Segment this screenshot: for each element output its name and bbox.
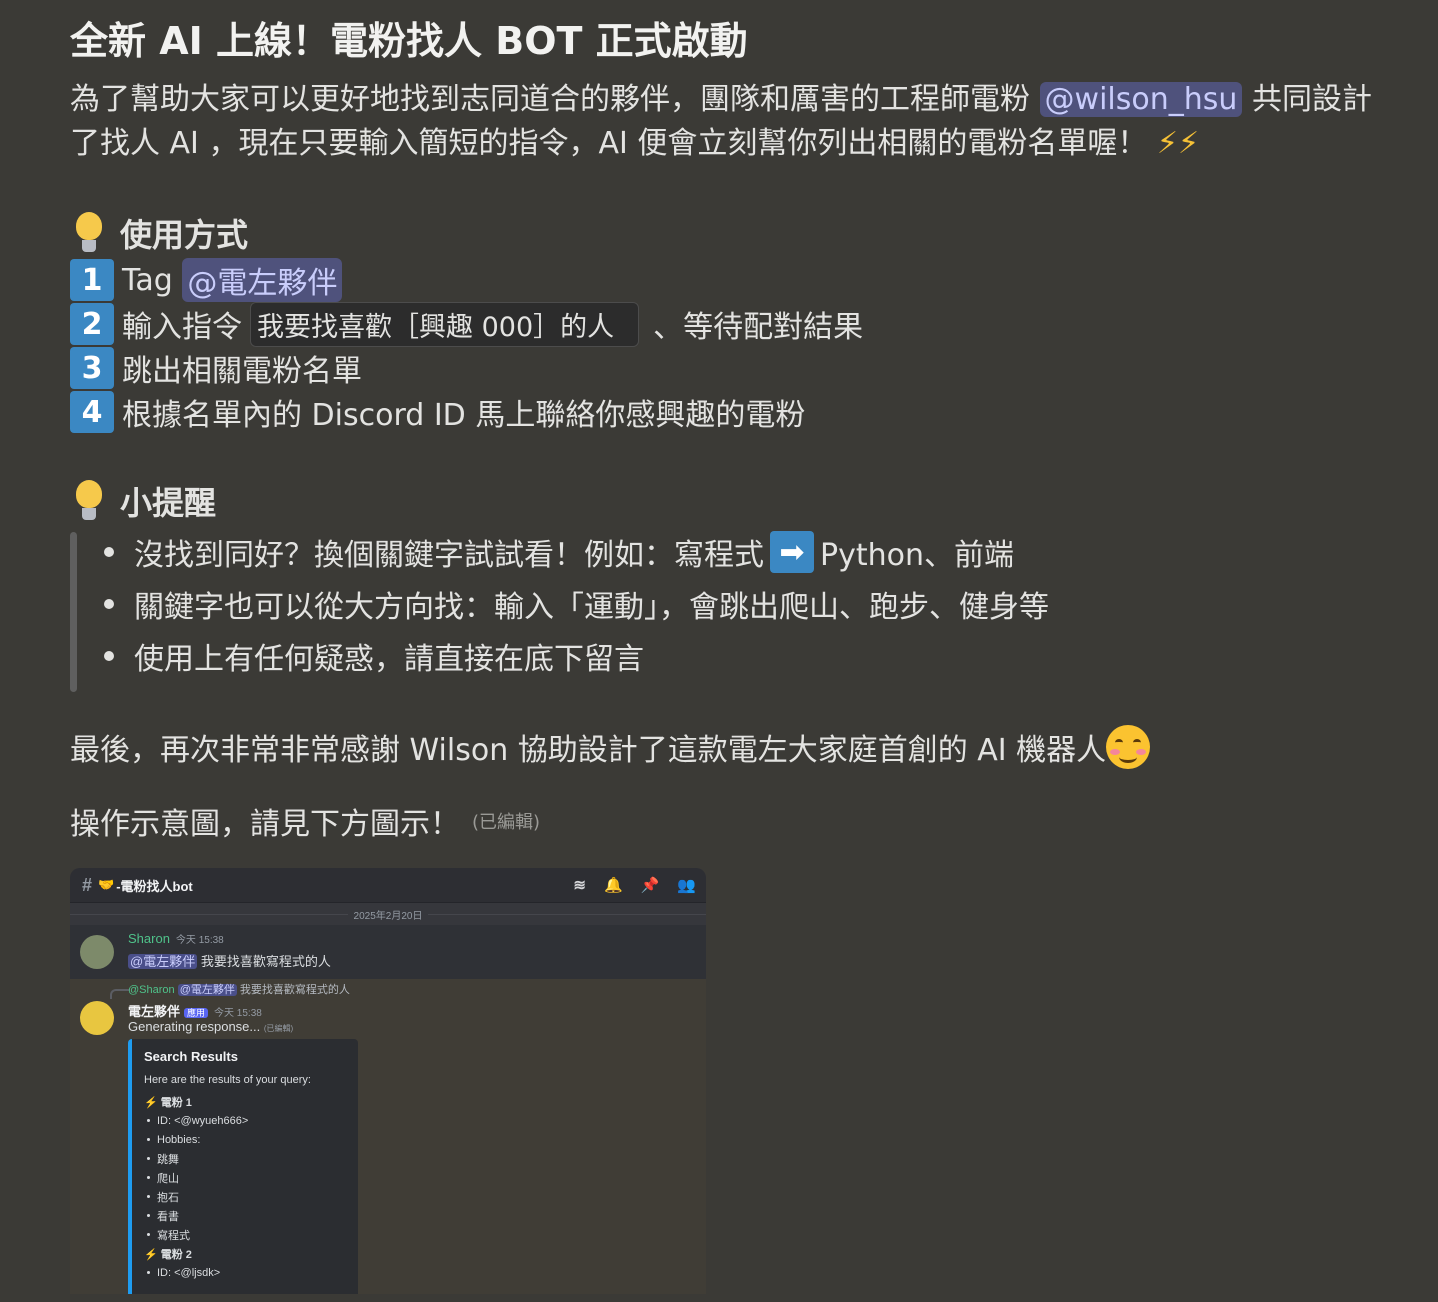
step-4: 4 根據名單內的 Discord ID 馬上聯絡你感興趣的電粉	[70, 390, 1380, 434]
channel-name: -電粉找人bot	[116, 878, 193, 894]
intro-text-1: 為了幫助大家可以更好地找到志同道合的夥伴，團隊和厲害的工程師電粉	[70, 82, 1040, 117]
tip-item: 沒找到同好？換個關鍵字試試看！例如：寫程式 ➡ Python、前端	[104, 526, 1380, 578]
bullet-icon	[104, 651, 114, 661]
threads-icon[interactable]: ≋	[573, 876, 586, 894]
see-below-line: 操作示意圖，請見下方圖示！ (已編輯)	[70, 798, 1380, 844]
message-content: Generating response... (已編輯)	[128, 1019, 294, 1034]
bullet-icon	[104, 547, 114, 557]
avatar[interactable]	[80, 935, 114, 969]
lightbulb-icon	[70, 478, 108, 524]
lightning-emoji-icon: ⚡⚡	[1156, 126, 1200, 161]
thanks-text: 最後，再次非常非常感謝 Wilson 協助設計了這款電左大家庭首創的 AI 機器…	[70, 733, 1107, 768]
post-intro: 為了幫助大家可以更好地找到志同道合的夥伴，團隊和厲害的工程師電粉 @wilson…	[70, 78, 1380, 166]
step-3-text: 跳出相關電粉名單	[122, 354, 362, 389]
keycap-2-icon: 2	[70, 303, 114, 345]
tip-1-text: 沒找到同好？換個關鍵字試試看！例如：寫程式	[134, 538, 764, 573]
bullet-icon	[147, 1214, 150, 1217]
result-list-item: 跳舞	[144, 1149, 358, 1168]
right-arrow-icon: ➡	[770, 531, 814, 573]
bullet-icon	[147, 1176, 150, 1179]
tip-2-text: 關鍵字也可以從大方向找：輸入「運動」，會跳出爬山、跑步、健身等	[134, 590, 1049, 625]
command-code: 我要找喜歡［興趣 000］的人	[250, 301, 640, 347]
post-body: 全新 AI 上線！電粉找人 BOT 正式啟動 為了幫助大家可以更好地找到志同道合…	[70, 14, 1380, 844]
result-list-item: 爬山	[144, 1168, 358, 1187]
result-list-item: ID: <@wyueh666>	[144, 1111, 358, 1130]
embed-fields: ⚡ 電粉 1 ID: <@wyueh666> Hobbies: 跳舞 爬山 抱石 看書 寫程式…	[144, 1092, 358, 1282]
pin-icon[interactable]: 📌	[641, 876, 660, 894]
result-heading: ⚡ 電粉 2	[144, 1248, 192, 1261]
search-results-embed: Search Results Here are the results of y…	[128, 1039, 358, 1294]
members-icon[interactable]: 👥	[677, 876, 696, 894]
author-name[interactable]: 電左夥伴	[128, 1004, 180, 1019]
avatar[interactable]	[80, 1001, 114, 1035]
bot-mention[interactable]: @電左夥伴	[128, 954, 198, 969]
step-3: 3 跳出相關電粉名單	[70, 346, 1380, 390]
message-content: @電左夥伴 我要找喜歡寫程式的人	[128, 954, 331, 969]
usage-heading-label: 使用方式	[120, 216, 249, 254]
bullet-icon	[147, 1195, 150, 1198]
timestamp: 今天 15:38	[214, 1008, 262, 1019]
usage-steps: 1 Tag @電左夥伴 2 輸入指令 我要找喜歡［興趣 000］的人 、等待配對…	[70, 258, 1380, 434]
bullet-icon	[104, 599, 114, 609]
handshake-icon: 🤝	[98, 877, 115, 892]
lightbulb-icon	[70, 210, 108, 256]
post-title: 全新 AI 上線！電粉找人 BOT 正式啟動	[70, 19, 748, 63]
hashtag-icon: #	[82, 874, 93, 895]
embed-title: Search Results	[144, 1049, 238, 1064]
tip-3-text: 使用上有任何疑惑，請直接在底下留言	[134, 642, 644, 677]
reply-preview[interactable]: @Sharon @電左夥伴 我要找喜歡寫程式的人	[128, 981, 350, 997]
header-toolbar: ≋ 🔔 📌 👥	[573, 876, 706, 894]
tip-item: 使用上有任何疑惑，請直接在底下留言	[104, 630, 1380, 682]
see-below-text: 操作示意圖，請見下方圖示！	[70, 807, 460, 842]
bullet-icon	[147, 1119, 150, 1122]
user-mention-wilson[interactable]: @wilson_hsu	[1039, 82, 1243, 117]
step-4-text: 根據名單內的 Discord ID 馬上聯絡你感興趣的電粉	[122, 398, 806, 433]
keycap-3-icon: 3	[70, 347, 114, 389]
result-list-item: ID: <@ljsdk>	[144, 1263, 358, 1282]
usage-heading: 使用方式	[70, 210, 1380, 256]
bullet-icon	[147, 1233, 150, 1236]
bell-icon[interactable]: 🔔	[604, 876, 623, 894]
tip-item: 關鍵字也可以從大方向找：輸入「運動」，會跳出爬山、跑步、健身等	[104, 578, 1380, 630]
edited-label: (已編輯)	[472, 812, 541, 833]
embed-description: Here are the results of your query:	[144, 1074, 311, 1086]
keycap-1-icon: 1	[70, 259, 114, 301]
bullet-icon	[147, 1138, 150, 1141]
message-sharon: Sharon 今天 15:38 @電左夥伴 我要找喜歡寫程式的人	[70, 925, 706, 979]
app-badge: 應用	[184, 1008, 209, 1018]
keycap-4-icon: 4	[70, 391, 114, 433]
step-2-text: 輸入指令	[122, 310, 242, 345]
author-name[interactable]: Sharon	[128, 931, 170, 946]
quote-bar	[70, 532, 77, 692]
message-bot: @Sharon @電左夥伴 我要找喜歡寫程式的人 電左夥伴 應用 今天 15:38 …	[70, 979, 706, 1294]
date-divider: 2025年2月20日	[70, 903, 706, 925]
timestamp: 今天 15:38	[175, 935, 224, 946]
step-1-text: Tag	[122, 262, 183, 298]
tip-1-after: Python、前端	[820, 538, 1014, 573]
step-2-after: 、等待配對結果	[653, 310, 864, 345]
result-list-item: Hobbies:	[144, 1130, 358, 1149]
reply-connector	[110, 989, 130, 999]
discord-screenshot: # 🤝 -電粉找人bot ≋ 🔔 📌 👥 2025年2月20日 Sharon 今天…	[70, 868, 706, 1294]
tips-quote: 沒找到同好？換個關鍵字試試看！例如：寫程式 ➡ Python、前端 關鍵字也可以…	[70, 526, 1380, 692]
tips-heading: 小提醒	[70, 478, 1380, 524]
result-heading: ⚡ 電粉 1	[144, 1096, 192, 1109]
result-list-item: 寫程式	[144, 1225, 358, 1244]
tips-heading-label: 小提醒	[120, 484, 217, 522]
bot-mention[interactable]: @電左夥伴	[182, 258, 343, 302]
bullet-icon	[147, 1157, 150, 1160]
step-1: 1 Tag @電左夥伴	[70, 258, 1380, 302]
thanks-line: 最後，再次非常非常感謝 Wilson 協助設計了這款電左大家庭首創的 AI 機器…	[70, 722, 1380, 772]
result-list-item: 抱石	[144, 1187, 358, 1206]
step-2: 2 輸入指令 我要找喜歡［興趣 000］的人 、等待配對結果	[70, 301, 1380, 347]
edited-label: (已編輯)	[263, 1024, 294, 1033]
smiling-face-icon	[1106, 725, 1151, 769]
channel-header: # 🤝 -電粉找人bot ≋ 🔔 📌 👥	[70, 868, 706, 903]
result-list-item: 看書	[144, 1206, 358, 1225]
bullet-icon	[147, 1271, 150, 1274]
